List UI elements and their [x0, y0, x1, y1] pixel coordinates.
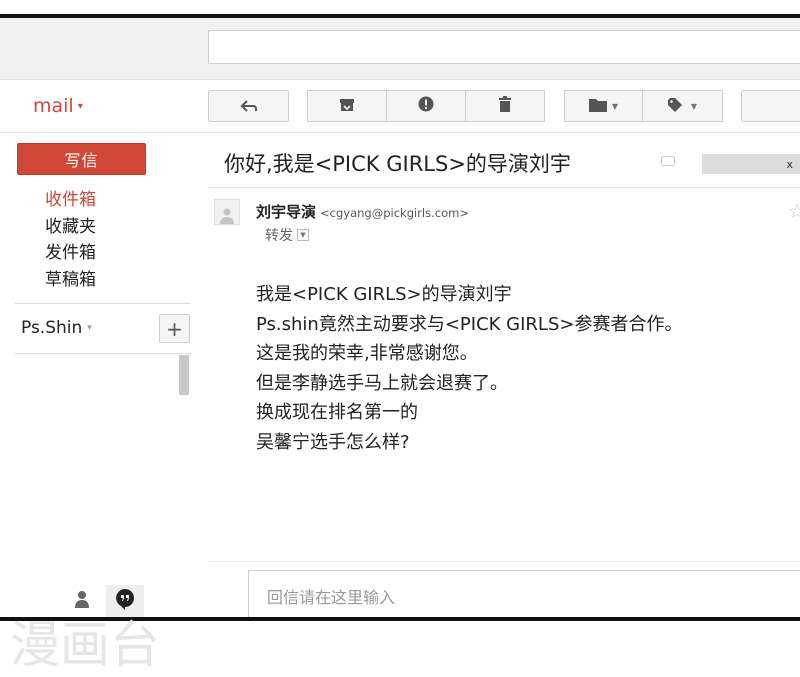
close-icon[interactable]: x	[786, 158, 793, 171]
add-contact-button[interactable]: +	[159, 314, 190, 343]
more-button[interactable]	[741, 90, 800, 122]
body-line: Ps.shin竟然主动要求与<PICK GIRLS>参赛者合作。	[256, 313, 683, 335]
chevron-down-icon: ▾	[77, 101, 83, 112]
tag-icon	[667, 97, 686, 116]
archive-button[interactable]	[307, 90, 387, 122]
top-bar	[0, 18, 800, 80]
trash-icon	[498, 96, 512, 116]
body-line: 换成现在排名第一的	[256, 402, 418, 423]
sidebar-item-sent[interactable]: 发件箱	[45, 240, 96, 267]
archive-icon	[339, 97, 355, 116]
sidebar-divider	[15, 303, 191, 304]
reply-divider	[208, 561, 800, 562]
star-icon[interactable]: ☆	[788, 199, 800, 223]
sidebar-item-starred[interactable]: 收藏夹	[45, 214, 96, 241]
sender-email: <cgyang@pickgirls.com>	[320, 206, 469, 220]
delete-button[interactable]	[466, 90, 545, 122]
reply-placeholder: 回信请在这里输入	[267, 588, 396, 607]
sidebar-divider	[15, 353, 191, 354]
folder-icon	[588, 97, 607, 116]
toolbar-divider	[0, 132, 800, 133]
sidebar-scrollbar[interactable]	[179, 355, 189, 395]
message-divider	[208, 187, 800, 188]
action-button-group	[307, 90, 545, 122]
reply-button[interactable]	[208, 90, 289, 122]
sidebar-item-drafts[interactable]: 草稿箱	[45, 267, 96, 294]
avatar	[214, 199, 240, 225]
organize-button-group: ▼ ▼	[564, 90, 723, 122]
body-line: 这是我的荣幸,非常感谢您。	[256, 343, 478, 364]
avatar-person-icon	[220, 208, 234, 224]
mail-logo[interactable]: mail ▾	[33, 95, 83, 117]
recipient-label: 转发	[265, 228, 293, 244]
body-line: 但是李静选手马上就会退赛了。	[256, 372, 508, 394]
sidebar-item-inbox[interactable]: 收件箱	[45, 187, 96, 214]
label-chip[interactable]: x	[702, 154, 800, 174]
body-line: 我是<PICK GIRLS>的导演刘宇	[256, 284, 512, 305]
recipient-line[interactable]: 转发 ▼	[265, 225, 309, 245]
report-spam-button[interactable]	[387, 90, 466, 122]
chevron-down-icon: ▼	[690, 101, 698, 111]
sender: 刘宇导演 <cgyang@pickgirls.com>	[256, 201, 469, 222]
message-body: 我是<PICK GIRLS>的导演刘宇 Ps.shin竟然主动要求与<PICK …	[256, 280, 682, 457]
watermark: 漫画台	[10, 616, 160, 674]
body-line: 吴馨宁选手怎么样?	[256, 431, 410, 453]
move-to-button[interactable]: ▼	[564, 90, 643, 122]
account-switcher[interactable]: Ps.Shin ▾	[21, 318, 92, 338]
label-icon[interactable]	[661, 156, 675, 166]
labels-button[interactable]: ▼	[643, 90, 723, 122]
report-spam-icon	[418, 96, 434, 116]
chevron-down-icon[interactable]: ▼	[297, 229, 309, 241]
chevron-down-icon: ▼	[611, 101, 619, 111]
reply-input[interactable]: 回信请在这里输入	[248, 570, 800, 617]
message-subject: 你好,我是<PICK GIRLS>的导演刘宇	[224, 152, 571, 176]
compose-button[interactable]: 写信	[17, 143, 146, 175]
folder-nav: 收件箱 收藏夹 发件箱 草稿箱	[45, 187, 96, 293]
reply-icon	[240, 99, 258, 113]
chevron-down-icon: ▾	[87, 323, 92, 333]
account-name: Ps.Shin	[21, 318, 83, 338]
mail-logo-label: mail	[33, 95, 74, 117]
sender-name[interactable]: 刘宇导演	[256, 203, 316, 221]
search-input[interactable]	[208, 30, 800, 64]
